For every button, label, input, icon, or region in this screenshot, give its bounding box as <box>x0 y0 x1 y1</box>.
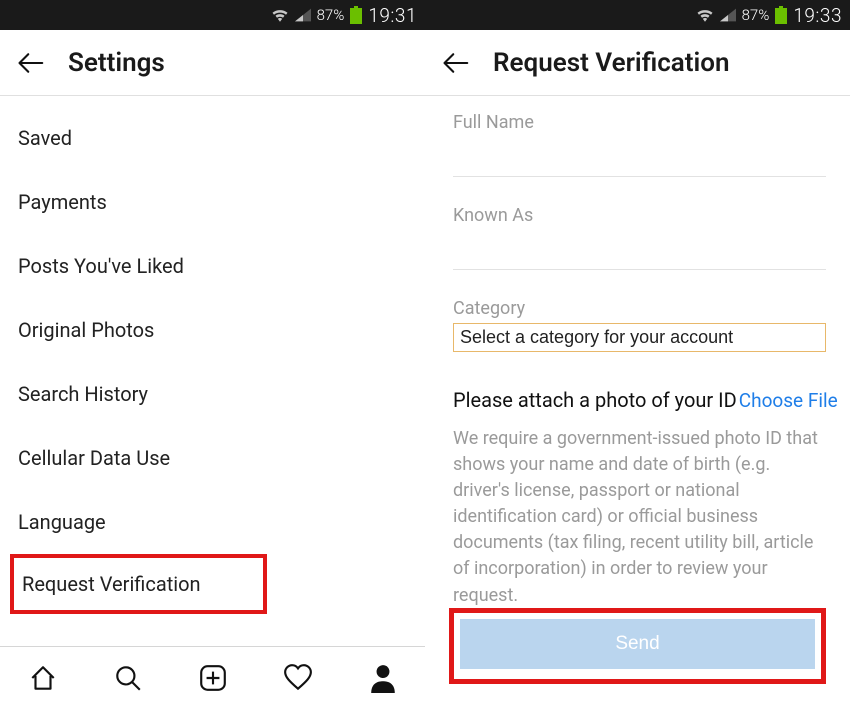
settings-item-payments[interactable]: Payments <box>18 170 407 234</box>
page-title: Settings <box>68 48 165 78</box>
settings-item-search-history[interactable]: Search History <box>18 362 407 426</box>
highlight-send: Send <box>449 608 826 684</box>
category-select[interactable]: Select a category for your account <box>453 323 826 352</box>
phone-settings: 87% 19:31 Settings Saved Payments Posts … <box>0 0 425 708</box>
battery-percent: 87% <box>317 6 345 24</box>
signal-icon <box>720 8 736 22</box>
settings-item-saved[interactable]: Saved <box>18 106 407 170</box>
settings-list: Saved Payments Posts You've Liked Origin… <box>0 96 425 646</box>
wifi-icon <box>271 8 289 22</box>
clock: 19:33 <box>793 4 842 27</box>
wifi-icon <box>696 8 714 22</box>
app-header: Request Verification <box>425 30 850 96</box>
label-known-as: Known As <box>453 205 826 226</box>
send-area: Send <box>449 608 826 684</box>
clock: 19:31 <box>368 4 417 27</box>
choose-file-link[interactable]: Choose File <box>739 389 838 412</box>
id-requirement-helper: We require a government-issued photo ID … <box>453 426 826 609</box>
app-header: Settings <box>0 30 425 96</box>
profile-icon[interactable] <box>366 661 400 695</box>
settings-item-language[interactable]: Language <box>18 490 407 554</box>
label-full-name: Full Name <box>453 112 826 133</box>
label-category: Category <box>453 298 826 319</box>
settings-item-cellular-data[interactable]: Cellular Data Use <box>18 426 407 490</box>
settings-item-posts-liked[interactable]: Posts You've Liked <box>18 234 407 298</box>
known-as-field[interactable] <box>453 226 826 270</box>
full-name-field[interactable] <box>453 133 826 177</box>
search-icon[interactable] <box>111 661 145 695</box>
home-icon[interactable] <box>26 661 60 695</box>
battery-icon <box>350 6 362 24</box>
status-bar: 87% 19:33 <box>425 0 850 30</box>
status-bar: 87% 19:31 <box>0 0 425 30</box>
back-button[interactable] <box>16 51 44 75</box>
battery-icon <box>775 6 787 24</box>
phone-request-verification: 87% 19:33 Request Verification Full Name… <box>425 0 850 708</box>
page-title: Request Verification <box>493 48 729 78</box>
bottom-nav <box>0 646 425 708</box>
settings-item-original-photos[interactable]: Original Photos <box>18 298 407 362</box>
highlight-request-verification: Request Verification <box>10 554 267 614</box>
send-button[interactable]: Send <box>460 619 815 669</box>
attach-id-row: Please attach a photo of your ID Choose … <box>453 388 826 412</box>
signal-icon <box>295 8 311 22</box>
settings-item-request-verification[interactable]: Request Verification <box>22 572 259 596</box>
battery-percent: 87% <box>742 6 770 24</box>
back-button[interactable] <box>441 51 469 75</box>
add-post-icon[interactable] <box>196 661 230 695</box>
heart-icon[interactable] <box>281 661 315 695</box>
attach-id-prompt: Please attach a photo of your ID <box>453 388 737 412</box>
